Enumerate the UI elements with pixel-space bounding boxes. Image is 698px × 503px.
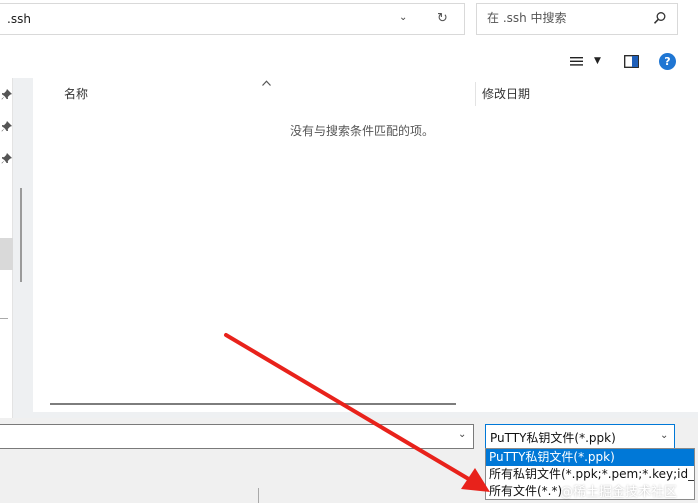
watermark-text: @稀土掘金技术社区 (560, 485, 678, 500)
view-list-icon[interactable] (570, 56, 583, 70)
pin-icon[interactable] (1, 89, 12, 100)
horizontal-scrollbar[interactable] (50, 403, 456, 405)
preview-pane-icon[interactable] (624, 55, 639, 71)
caret-down-icon[interactable]: ▼ (594, 56, 601, 66)
search-box[interactable] (476, 3, 678, 35)
empty-message: 没有与搜索条件匹配的项。 (290, 124, 435, 138)
sort-up-icon (262, 75, 271, 89)
nav-scrollbar[interactable] (20, 188, 22, 282)
nav-divider (0, 318, 8, 319)
column-header-date[interactable]: 修改日期 (482, 85, 530, 102)
nav-item-selected[interactable] (0, 238, 13, 270)
address-toolbar: .ssh ⌄ ↻ (0, 0, 698, 40)
chevron-down-icon[interactable]: ⌄ (399, 12, 407, 23)
pin-icon[interactable] (1, 153, 12, 164)
refresh-icon[interactable]: ↻ (437, 11, 448, 26)
search-icon[interactable] (653, 11, 667, 28)
footer-divider (258, 488, 259, 503)
chevron-down-icon[interactable]: ⌄ (458, 429, 466, 440)
file-type-selected[interactable]: PuTTY私钥文件(*.ppk) (490, 429, 616, 446)
column-header-name[interactable]: 名称 (64, 85, 88, 102)
pin-icon[interactable] (1, 121, 12, 132)
search-input[interactable] (487, 11, 647, 25)
chevron-down-icon[interactable]: ⌄ (660, 430, 668, 441)
address-path[interactable]: .ssh (7, 12, 31, 26)
command-bar: ▼ ? (0, 44, 698, 78)
file-type-option[interactable]: PuTTY私钥文件(*.ppk) (486, 449, 694, 466)
address-bar[interactable]: .ssh ⌄ ↻ (0, 3, 465, 35)
file-name-combobox[interactable] (0, 424, 474, 449)
file-type-select[interactable]: PuTTY私钥文件(*.ppk) ⌄ (485, 424, 675, 449)
help-icon[interactable]: ? (659, 53, 676, 70)
column-divider[interactable] (475, 82, 476, 106)
